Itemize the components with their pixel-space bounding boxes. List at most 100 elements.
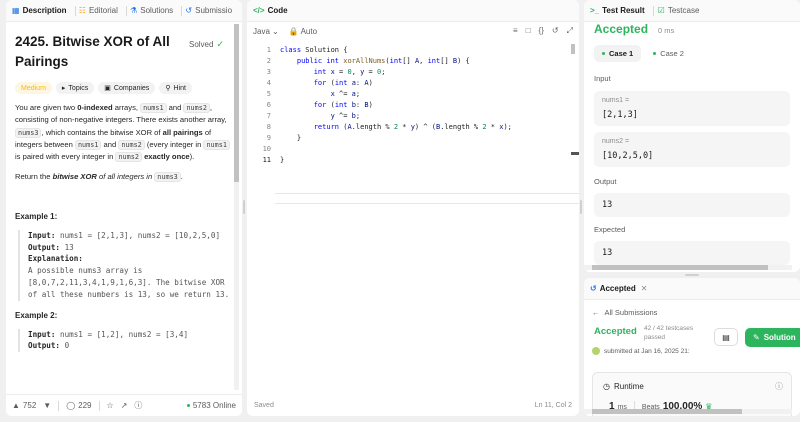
line-number: 7 [266,112,271,120]
tab-solutions[interactable]: ⚗ Solutions [130,6,173,15]
braces-icon[interactable]: {} [539,26,544,36]
output-value: 13 [594,193,790,217]
help-icon[interactable]: ⓘ [134,400,142,411]
param-box: nums1 = [2,1,3] [594,91,790,126]
tab-test-result[interactable]: >_ Test Result [590,6,645,15]
notes-button[interactable]: ▤ [714,328,738,346]
check-circle-icon: ✓ [216,39,224,49]
description-scrollbar[interactable] [234,24,239,390]
code-line: } [280,134,302,142]
description-paragraph: You are given two 0-indexed arrays, nums… [15,102,230,163]
checkbox-icon: ☑ [657,6,665,15]
comment-icon: ◯ [66,401,76,410]
result-status: Accepted [594,22,649,36]
tab-accepted[interactable]: ↺ Accepted ✕ [590,284,647,293]
like-button[interactable]: ▲ 752 [12,401,36,410]
bookmark-icon[interactable]: □ [526,26,531,36]
output-label: Output [594,177,617,186]
topics-tag[interactable]: ▸ Topics [55,82,95,94]
expected-value: 13 [594,241,790,265]
pass-dot-icon [602,52,605,55]
horizontal-splitter[interactable] [685,274,699,276]
companies-tag[interactable]: ▣ Companies [98,82,156,94]
left-tabbar: ▦ Description ☷ Editorial ⚗ Solutions ↺ … [6,0,242,22]
vertical-splitter[interactable] [580,200,582,214]
format-icon[interactable]: ≡ [513,26,518,36]
reset-icon[interactable]: ↺ [552,26,559,36]
description-footer: ▲ 752 ▼ ◯ 229 ☆ ↗ ⓘ 5783 Online [6,394,242,416]
line-number: 2 [266,57,271,65]
tab-submissions[interactable]: ↺ Submissio [185,6,232,15]
code-tabbar: </> Code [247,0,579,22]
tab-code[interactable]: </> Code [253,6,288,15]
clock-icon: ◷ [603,382,610,391]
submissions-icon: ↺ [185,6,193,15]
submission-tabbar: ↺ Accepted ✕ [584,278,800,300]
comments-button[interactable]: ◯ 229 [66,401,91,410]
info-icon[interactable]: ⓘ [775,381,783,392]
save-status: Saved [254,401,274,409]
code-line: int x = 0, y = 0; [313,68,386,76]
submitted-info: submitted at Jan 16, 2025 21: [592,347,690,355]
code-line: class Solution { [280,46,348,54]
test-tabbar: >_ Test Result ☑ Testcase [584,0,800,22]
online-count: 5783 Online [186,401,236,410]
avatar [592,347,600,355]
hint-tag[interactable]: ⚲ Hint [159,82,192,94]
line-number: 5 [266,90,271,98]
dislike-button[interactable]: ▼ [43,401,51,410]
tag-row: Medium ▸ Topics ▣ Companies ⚲ Hint [15,82,230,94]
tab-description[interactable]: ▦ Description [12,6,67,15]
difficulty-tag[interactable]: Medium [15,82,52,94]
editor-scrollbar[interactable] [571,44,575,54]
code-line: y ^= b; [330,112,361,120]
code-line: for (int b: B) [313,101,373,109]
code-line: } [280,156,285,164]
testcases-passed: 42 / 42 testcases passed [644,325,694,341]
language-select[interactable]: Java ⌄ [253,27,279,36]
solution-button[interactable]: ✎ Solution [745,328,800,347]
case-1-button[interactable]: Case 1 [594,45,642,62]
current-line-highlight [275,193,579,204]
description-panel: ▦ Description ☷ Editorial ⚗ Solutions ↺ … [6,0,242,416]
problem-title: 2425. Bitwise XOR of All Pairings [15,34,170,69]
example-2-title: Example 2: [15,310,58,320]
arrow-left-icon: ← [592,308,600,317]
tab-testcase[interactable]: ☑ Testcase [658,6,700,15]
submission-hscrollbar[interactable] [584,409,792,414]
terminal-icon: >_ [590,6,600,15]
code-line: for (int a: A) [313,79,373,87]
code-line: return (A.length % 2 * y) ^ (B.length % … [313,123,512,131]
line-number: 1 [266,46,271,54]
result-runtime: 0 ms [658,26,675,35]
tab-editorial[interactable]: ☷ Editorial [79,6,118,15]
edit-icon: ✎ [753,333,760,342]
back-to-submissions[interactable]: ← All Submissions [592,308,792,317]
solutions-icon: ⚗ [130,6,138,15]
favorite-star-icon[interactable]: ☆ [107,401,114,410]
code-editor[interactable]: 1 2 3 4 5 6 7 8 9 10 11 class Solution { public in… [247,44,579,394]
editorial-icon: ☷ [78,6,86,15]
example-1-box: Input: nums1 = [2,1,3], nums2 = [10,2,5,… [18,229,230,301]
runtime-title: ◷ Runtime [603,382,644,391]
line-number: 11 [262,156,271,164]
thumbs-down-icon: ▼ [43,401,52,410]
problem-description: 2425. Bitwise XOR of All Pairings Solved… [6,22,242,394]
line-number: 10 [262,145,271,153]
case-2-button[interactable]: Case 2 [645,45,692,62]
close-icon[interactable]: ✕ [641,284,648,293]
lock-icon: 🔒 [288,26,299,36]
expand-icon[interactable]: ⤢ [567,26,573,36]
editor-footer: Saved Ln 11, Col 2 [247,394,579,416]
auto-mode[interactable]: 🔒 Auto [289,27,317,36]
code-line: x ^= a; [330,90,361,98]
share-icon[interactable]: ↗ [121,401,128,410]
result-hscrollbar[interactable] [584,265,792,270]
lock-icon: ▣ [104,85,111,92]
input-label: Input [594,74,611,83]
code-panel: </> Code Java ⌄ 🔒 Auto ≡ □ {} ↺ ⤢ 1 2 3 4 5 6… [247,0,579,416]
return-paragraph: Return the bitwise XOR of all integers i… [15,172,183,183]
code-line: public int xorAllNums(int[] A, int[] B) … [296,57,470,65]
param-box: nums2 = [10,2,5,0] [594,132,790,167]
vertical-splitter[interactable] [243,200,245,214]
